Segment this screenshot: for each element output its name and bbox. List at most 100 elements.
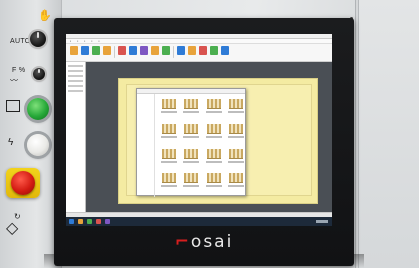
ribbon-tool-icon[interactable] <box>199 46 207 55</box>
touch-screen[interactable]: ▪ ▪ ▪ ▪ ▪ <box>66 34 332 226</box>
ribbon-tool-icon[interactable] <box>162 46 170 55</box>
shape-thumbnail[interactable] <box>226 171 245 193</box>
menu-item[interactable]: ▪ <box>70 39 71 43</box>
ribbon-tool-icon[interactable] <box>221 46 229 55</box>
shape-thumbnail[interactable] <box>204 97 223 119</box>
ribbon-tool-icon[interactable] <box>177 46 185 55</box>
shape-thumbnail[interactable] <box>181 97 200 119</box>
project-tree-panel <box>66 62 86 212</box>
taskbar-app-icon[interactable] <box>96 219 101 224</box>
shape-thumbnail[interactable] <box>204 171 223 193</box>
shape-thumbnail[interactable] <box>181 122 200 144</box>
shape-thumbnail[interactable] <box>204 122 223 144</box>
shape-caption <box>183 135 200 138</box>
menu-item[interactable]: ▪ <box>84 39 85 43</box>
shape-caption <box>161 135 177 138</box>
tree-item[interactable] <box>68 75 83 77</box>
shape-thumbnail[interactable] <box>181 147 200 169</box>
ribbon-tool-icon[interactable] <box>103 46 111 55</box>
shape-preview-icon <box>162 148 176 159</box>
tree-item[interactable] <box>68 85 83 87</box>
shape-preview-icon <box>228 173 243 184</box>
shape-caption <box>227 111 244 113</box>
ribbon-tool-icon[interactable] <box>118 46 126 55</box>
hand-icon: ✋ <box>38 10 52 22</box>
monitor-bezel: ▪ ▪ ▪ ▪ ▪ ⌐osai <box>54 18 354 266</box>
ribbon-tool-icon[interactable] <box>140 46 148 55</box>
shape-thumbnail[interactable] <box>159 147 178 169</box>
shape-preview-icon <box>228 123 243 134</box>
machine-control-panel: ✋ AUTO F % 〰 ϟ ↻ ◇ <box>0 0 62 268</box>
shape-preview-icon <box>184 123 199 134</box>
emergency-stop-button[interactable] <box>11 171 35 195</box>
taskbar-app-icon[interactable] <box>105 219 110 224</box>
shape-caption <box>183 111 200 113</box>
shape-caption <box>205 111 222 113</box>
wave-icon: 〰 <box>10 76 18 85</box>
ribbon-toolbar <box>66 44 332 62</box>
dialog-category-list <box>137 94 155 197</box>
tree-item[interactable] <box>68 90 83 92</box>
shape-thumbnail[interactable] <box>159 97 178 119</box>
shape-caption <box>161 185 177 188</box>
emergency-stop-base <box>6 168 40 198</box>
lightning-icon: ϟ <box>8 137 14 148</box>
taskbar-clock <box>316 220 328 223</box>
shape-preview-icon <box>206 148 221 159</box>
stop-button[interactable] <box>27 134 49 156</box>
feed-override-knob[interactable] <box>33 68 45 80</box>
ribbon-tool-icon[interactable] <box>70 46 78 55</box>
drawing-canvas[interactable] <box>86 62 332 212</box>
shape-thumbnail[interactable] <box>226 97 245 119</box>
ribbon-tool-icon[interactable] <box>188 46 196 55</box>
auto-mode-label: AUTO <box>10 38 31 45</box>
shape-caption <box>205 160 222 163</box>
shape-preview-icon <box>184 173 199 184</box>
shape-caption <box>183 185 200 188</box>
shape-thumbnail[interactable] <box>204 147 223 169</box>
diamond-selector-icon: ◇ <box>6 220 19 237</box>
shape-library-dialog <box>136 88 246 197</box>
tree-item[interactable] <box>68 80 83 82</box>
shape-preview-icon <box>184 99 199 109</box>
ribbon-tool-icon[interactable] <box>151 46 159 55</box>
ribbon-tool-icon[interactable] <box>92 46 100 55</box>
tree-item[interactable] <box>68 65 83 67</box>
taskbar-app-icon[interactable] <box>87 219 92 224</box>
taskbar-app-icon[interactable] <box>78 219 83 224</box>
menu-item[interactable]: ▪ <box>77 39 78 43</box>
shape-caption <box>227 185 244 188</box>
shape-caption <box>227 160 244 163</box>
shape-thumbnail[interactable] <box>181 171 200 193</box>
cabinet-door <box>359 0 419 268</box>
shape-caption <box>227 135 244 138</box>
shape-caption <box>161 111 177 113</box>
shape-preview-icon <box>228 148 243 159</box>
start-button[interactable] <box>27 98 49 120</box>
shape-preview-icon <box>162 123 176 134</box>
mode-selector-knob[interactable] <box>30 31 46 47</box>
taskbar-app-icon[interactable] <box>69 219 74 224</box>
shape-thumbnail[interactable] <box>226 122 245 144</box>
ribbon-separator <box>114 46 115 58</box>
menu-item[interactable]: ▪ <box>91 39 92 43</box>
shape-thumbnail[interactable] <box>226 147 245 169</box>
indicator-box <box>6 100 20 112</box>
brand-text: osai <box>190 232 234 252</box>
shape-thumbnail-grid <box>159 97 245 193</box>
ribbon-separator <box>173 46 174 58</box>
shape-caption <box>205 135 222 138</box>
os-taskbar <box>66 217 332 226</box>
tree-item[interactable] <box>68 70 83 72</box>
ribbon-tool-icon[interactable] <box>81 46 89 55</box>
menu-item[interactable]: ▪ <box>98 39 99 43</box>
ribbon-tool-icon[interactable] <box>129 46 137 55</box>
shape-caption <box>161 160 177 163</box>
shape-preview-icon <box>206 123 221 134</box>
shape-thumbnail[interactable] <box>159 122 178 144</box>
ribbon-tool-icon[interactable] <box>210 46 218 55</box>
shape-preview-icon <box>184 148 199 159</box>
shape-thumbnail[interactable] <box>159 171 178 193</box>
shape-caption <box>183 160 200 163</box>
shape-preview-icon <box>162 99 176 109</box>
